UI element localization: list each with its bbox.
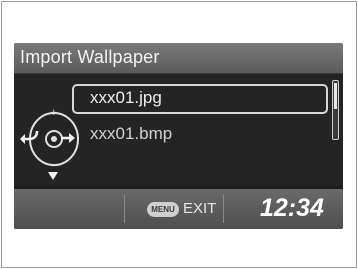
svg-text:+: + [50, 108, 58, 118]
bottom-bar: MENU EXIT 12:34 [14, 189, 343, 229]
selector-knob-icon: + – [29, 108, 79, 171]
file-name-2[interactable]: xxx01.bmp [90, 124, 172, 144]
display-screen: Import Wallpaper + – xxx01.jpg xxx01.bmp… [14, 43, 343, 229]
enter-arrow-icon [61, 133, 75, 143]
exit-label: EXIT [183, 200, 217, 217]
scrollbar[interactable] [332, 80, 339, 140]
menu-button-icon: MENU [147, 202, 179, 217]
down-triangle-icon [48, 172, 58, 180]
exit-button[interactable]: MENU EXIT [124, 195, 224, 223]
back-arrow-icon [20, 130, 39, 144]
file-name-1[interactable]: xxx01.jpg [90, 88, 162, 108]
scrollbar-thumb[interactable] [334, 83, 337, 109]
clock: 12:34 [260, 194, 324, 222]
svg-text:–: – [51, 161, 56, 171]
